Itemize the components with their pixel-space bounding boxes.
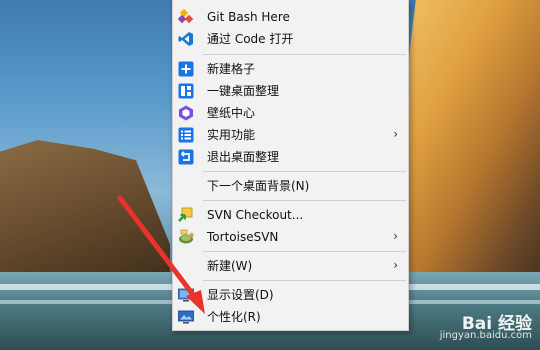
git-bash-icon <box>178 9 194 24</box>
organize-icon <box>178 83 194 99</box>
menu-item-label: 一键桌面整理 <box>207 84 280 98</box>
chevron-right-icon: › <box>393 127 398 141</box>
menu-item-label: 通过 Code 打开 <box>207 32 294 46</box>
menu-separator <box>203 54 406 55</box>
list-icon <box>178 127 194 143</box>
menu-item-open-with-code[interactable]: 通过 Code 打开 <box>173 28 408 50</box>
menu-item-organize-desktop[interactable]: 一键桌面整理 <box>173 80 408 102</box>
menu-item-label: 实用功能 <box>207 128 256 142</box>
menu-item-label: 退出桌面整理 <box>207 150 280 164</box>
menu-item-git-bash-here[interactable]: Git Bash Here <box>173 6 408 28</box>
desktop-context-menu: Git Bash Here 通过 Code 打开 新建格子 一键桌面整理 壁纸中… <box>172 0 409 331</box>
menu-item-next-background[interactable]: 下一个桌面背景(N) <box>173 175 408 197</box>
watermark-url: jingyan.baidu.com <box>439 330 532 341</box>
menu-item-label: 新建(W) <box>207 259 253 273</box>
menu-item-svn-checkout[interactable]: SVN Checkout... <box>173 204 408 226</box>
menu-item-wallpaper-center[interactable]: 壁纸中心 <box>173 102 408 124</box>
menu-item-label: 下一个桌面背景(N) <box>207 179 310 193</box>
menu-separator <box>203 280 406 281</box>
menu-item-tortoisesvn[interactable]: TortoiseSVN › <box>173 226 408 248</box>
personalize-icon <box>178 310 194 324</box>
menu-item-new[interactable]: 新建(W) › <box>173 255 408 277</box>
menu-item-label: 个性化(R) <box>207 310 261 324</box>
menu-item-personalize[interactable]: 个性化(R) <box>173 306 408 328</box>
menu-separator <box>203 200 406 201</box>
baidu-jingyan-watermark: Bai 经验 jingyan.baidu.com <box>439 314 532 342</box>
menu-item-label: SVN Checkout... <box>207 208 304 222</box>
menu-separator <box>203 171 406 172</box>
menu-item-exit-organizer[interactable]: 退出桌面整理 <box>173 146 408 168</box>
menu-item-label: TortoiseSVN <box>207 230 279 244</box>
tortoisesvn-icon <box>179 229 194 244</box>
chevron-right-icon: › <box>393 258 398 272</box>
chevron-right-icon: › <box>393 229 398 243</box>
menu-separator <box>203 251 406 252</box>
menu-item-utilities[interactable]: 实用功能 › <box>173 124 408 146</box>
menu-item-display-settings[interactable]: 显示设置(D) <box>173 284 408 306</box>
menu-item-label: Git Bash Here <box>207 10 290 24</box>
left-rock-formation <box>0 140 170 285</box>
menu-item-label: 显示设置(D) <box>207 288 274 302</box>
menu-item-new-grid[interactable]: 新建格子 <box>173 58 408 80</box>
wallpaper-icon <box>179 105 193 121</box>
svn-checkout-icon <box>178 207 193 222</box>
display-settings-icon <box>178 288 194 302</box>
vscode-icon <box>178 32 193 46</box>
watermark-logo: Bai 经验 <box>461 314 532 334</box>
right-rock-formation <box>405 0 540 300</box>
exit-icon <box>178 149 194 165</box>
plus-box-icon <box>178 61 194 77</box>
menu-item-label: 新建格子 <box>207 62 256 76</box>
menu-item-label: 壁纸中心 <box>207 106 256 120</box>
